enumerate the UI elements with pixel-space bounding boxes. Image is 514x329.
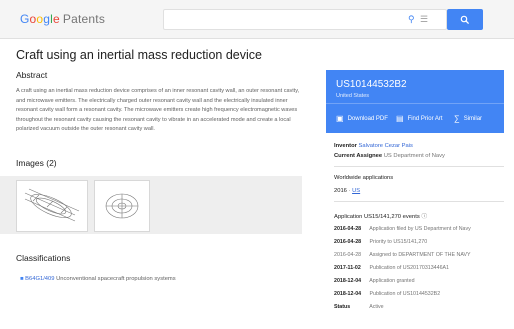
logo-letter: e xyxy=(53,12,60,26)
event-row: 2016-04-28 Assigned to DEPARTMENT OF THE… xyxy=(334,252,504,258)
event-date: 2018-12-04 xyxy=(334,291,362,297)
search-button[interactable] xyxy=(447,9,483,30)
event-row: 2017-11-02 Publication of US20170313446A… xyxy=(334,265,504,271)
event-date: 2016-04-28 xyxy=(334,239,362,245)
event-row: 2018-12-04 Publication of US10144532B2 xyxy=(334,291,504,297)
worldwide-row: 2016 · US xyxy=(334,188,361,194)
event-description: Publication of US20170313446A1 xyxy=(369,265,449,271)
find-prior-art-label: Find Prior Art xyxy=(407,115,443,122)
application-events-label: Application US15/141,270 events xyxy=(334,214,420,220)
abstract-heading: Abstract xyxy=(16,70,48,80)
patent-drawing-thumbnail[interactable] xyxy=(94,180,150,232)
event-row: Status Active xyxy=(334,304,504,310)
event-description: Priority to US15/141,270 xyxy=(369,239,428,245)
application-events-heading: Application US15/141,270 events ⓘ xyxy=(334,211,427,220)
download-pdf-button[interactable]: ▣ Download PDF xyxy=(336,114,388,123)
patent-title: Craft using an inertial mass reduction d… xyxy=(16,48,262,62)
event-row: 2016-04-28 Priority to US15/141,270 xyxy=(334,239,504,245)
map-pin-icon[interactable]: ⚲ xyxy=(408,14,415,24)
search-field[interactable]: ⚲ ☰ xyxy=(163,9,447,30)
event-description: Application filed by US Department of Na… xyxy=(369,226,471,232)
drawing-figure xyxy=(105,193,139,219)
assignee-row: Current Assignee US Department of Navy xyxy=(334,153,445,159)
similar-icon: ∑ xyxy=(454,114,460,123)
event-date: Status xyxy=(334,304,351,310)
classifications-heading: Classifications xyxy=(16,253,71,263)
download-pdf-label: Download PDF xyxy=(347,115,388,122)
event-row: 2018-12-04 Application granted xyxy=(334,278,504,284)
worldwide-label: Worldwide applications xyxy=(334,175,394,181)
classification-code[interactable]: B64G1/409 xyxy=(25,276,54,282)
event-description: Application granted xyxy=(369,278,415,284)
find-prior-art-button[interactable]: ▤ Find Prior Art xyxy=(396,114,443,123)
patent-actions: ▣ Download PDF ▤ Find Prior Art ∑ Simila… xyxy=(326,103,504,134)
search-input[interactable] xyxy=(164,11,406,29)
search-icon xyxy=(460,15,470,24)
inventor-label: Inventor xyxy=(334,143,357,149)
divider xyxy=(334,201,504,202)
similar-button[interactable]: ∑ Similar xyxy=(454,114,482,123)
abstract-text: A craft using an inertial mass reduction… xyxy=(16,88,300,132)
help-icon[interactable]: ⓘ xyxy=(421,214,427,220)
patent-country: United States xyxy=(336,93,370,99)
drawing-figure xyxy=(24,188,80,222)
top-bar: Google Patents ⚲ ☰ xyxy=(0,0,514,39)
event-date: 2018-12-04 xyxy=(334,278,362,284)
grid-icon[interactable]: ☰ xyxy=(420,14,428,24)
event-date: 2016-04-28 xyxy=(334,226,362,232)
expand-icon[interactable]: ■ xyxy=(20,276,24,282)
inventor-name[interactable]: Salvatore Cezar Pais xyxy=(359,143,413,149)
divider xyxy=(334,166,504,167)
event-description: Publication of US10144532B2 xyxy=(369,291,441,297)
document-icon: ▤ xyxy=(396,114,404,123)
classification-row: ■ B64G1/409 Unconventional spacecraft pr… xyxy=(20,276,176,282)
event-description: Assigned to DEPARTMENT OF THE NAVY xyxy=(369,252,471,258)
google-patents-logo[interactable]: Google Patents xyxy=(20,12,105,26)
images-strip xyxy=(0,176,302,234)
logo-product: Patents xyxy=(62,12,106,26)
similar-label: Similar xyxy=(463,115,483,122)
inventor-row: Inventor Salvatore Cezar Pais xyxy=(334,143,413,149)
patent-drawing-thumbnail[interactable] xyxy=(16,180,88,232)
pdf-icon: ▣ xyxy=(336,114,344,123)
images-heading: Images (2) xyxy=(16,158,57,168)
event-row: 2016-04-28 Application filed by US Depar… xyxy=(334,226,504,232)
assignee-name: US Department of Navy xyxy=(383,153,445,159)
event-description: Active xyxy=(369,304,384,310)
classification-description: Unconventional spacecraft propulsion sys… xyxy=(56,276,176,282)
event-date: 2017-11-02 xyxy=(334,265,361,271)
event-date: 2016-04-28 xyxy=(334,252,362,258)
worldwide-year: 2016 xyxy=(334,188,347,194)
worldwide-country-link[interactable]: US xyxy=(352,188,360,194)
assignee-label: Current Assignee xyxy=(334,153,383,159)
patent-number: US10144532B2 xyxy=(336,79,407,90)
logo-letter: G xyxy=(20,12,30,26)
